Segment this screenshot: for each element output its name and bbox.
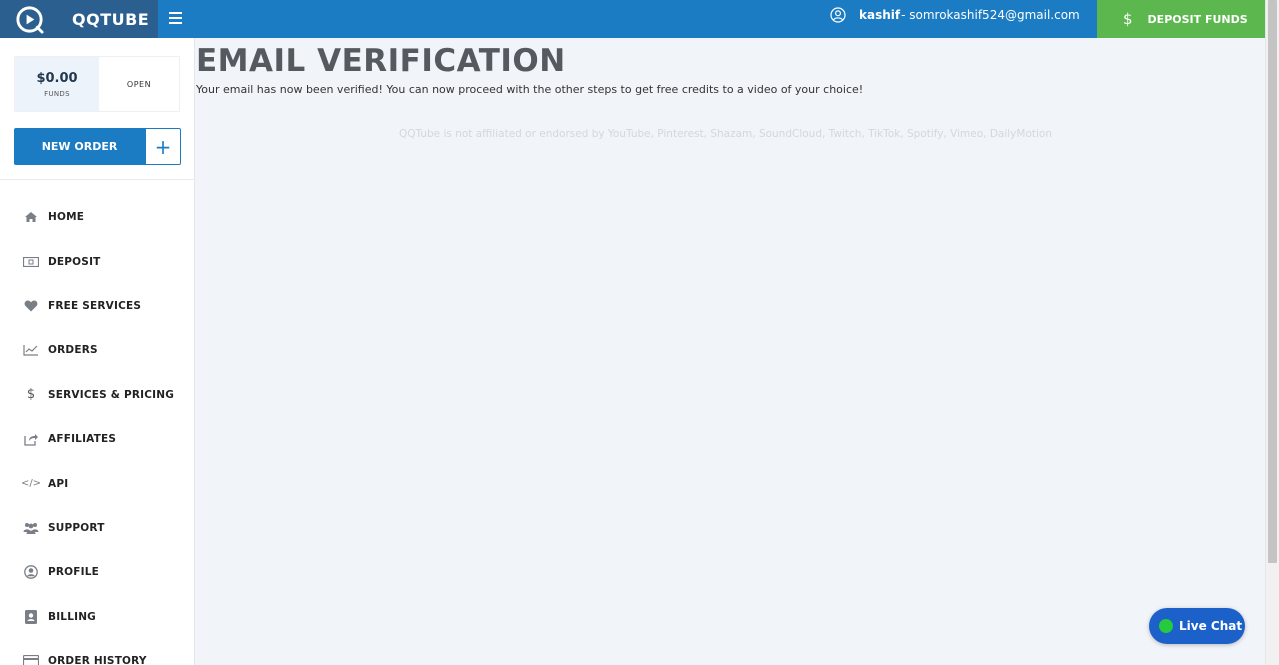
new-order: NEW ORDER + (14, 128, 181, 165)
sidebar-item-label: ORDERS (48, 344, 98, 357)
deposit-funds-label: DEPOSIT FUNDS (1147, 12, 1248, 26)
sidebar-item-label: BILLING (48, 610, 97, 623)
sidebar-item-label: HOME (48, 211, 85, 224)
user-circle-icon (22, 564, 40, 580)
user-account[interactable]: kashif - somrokashif524@gmail.com (830, 0, 1080, 30)
dollar-icon: $ (1123, 10, 1133, 28)
deposit-funds-button[interactable]: $ DEPOSIT FUNDS (1097, 0, 1265, 38)
code-icon: </> (20, 478, 42, 490)
sidebar-divider (0, 179, 195, 180)
live-chat-button[interactable]: Live Chat (1149, 608, 1245, 644)
sidebar: $0.00 FUNDS OPEN NEW ORDER + HOME DEPOSI… (0, 38, 195, 665)
credit-card-icon (22, 653, 40, 665)
sidebar-item-label: FREE SERVICES (48, 299, 142, 312)
scrollbar-thumb[interactable] (1268, 0, 1277, 563)
disclaimer-text: QQTube is not affiliated or endorsed by … (399, 128, 1052, 140)
chart-line-icon (22, 342, 40, 358)
sidebar-item-label: PROFILE (48, 566, 100, 579)
funds-balance: $0.00 FUNDS (15, 57, 99, 111)
username: kashif (859, 8, 901, 22)
sidebar-item-affiliates[interactable]: AFFILIATES (0, 417, 195, 461)
sidebar-item-profile[interactable]: PROFILE (0, 550, 195, 594)
page-title: EMAIL VERIFICATION (196, 43, 566, 79)
top-bar: QQTUBE kashif - somrokashif524@gmail.com… (0, 0, 1265, 38)
users-icon (22, 520, 40, 536)
funds-label: FUNDS (44, 89, 70, 98)
home-icon (22, 209, 40, 225)
logo[interactable]: QQTUBE (0, 0, 158, 38)
brand-name: QQTUBE (72, 9, 150, 29)
sidebar-item-home[interactable]: HOME (0, 195, 195, 239)
dollar-icon: $ (26, 387, 36, 403)
sidebar-item-deposit[interactable]: DEPOSIT (0, 239, 195, 283)
money-bill-icon (22, 254, 40, 270)
live-chat-label: Live Chat (1179, 619, 1243, 633)
verification-message: Your email has now been verified! You ca… (196, 83, 864, 96)
sidebar-item-orders[interactable]: ORDERS (0, 328, 195, 372)
online-status-icon (1159, 619, 1173, 633)
sidebar-item-label: AFFILIATES (48, 433, 117, 446)
play-circle-icon (16, 5, 44, 34)
hamburger-icon[interactable] (169, 9, 185, 27)
funds-widget: $0.00 FUNDS OPEN (14, 56, 180, 112)
sidebar-item-support[interactable]: SUPPORT (0, 506, 195, 550)
funds-open-button[interactable]: OPEN (99, 57, 179, 111)
sidebar-item-api[interactable]: </> API (0, 461, 195, 505)
sidebar-item-label: SUPPORT (48, 521, 105, 534)
new-order-plus-button[interactable]: + (145, 128, 181, 165)
sidebar-item-services-pricing[interactable]: $ SERVICES & PRICING (0, 373, 195, 417)
new-order-button[interactable]: NEW ORDER (14, 128, 145, 165)
sidebar-item-free-services[interactable]: FREE SERVICES (0, 284, 195, 328)
share-icon (22, 431, 40, 447)
sidebar-nav: HOME DEPOSIT FREE SERVICES ORDERS $ SERV… (0, 195, 195, 665)
main-content: EMAIL VERIFICATION Your email has now be… (195, 38, 1265, 665)
sidebar-item-label: ORDER HISTORY (48, 655, 147, 665)
id-card-icon (22, 609, 40, 625)
sidebar-item-label: SERVICES & PRICING (48, 388, 175, 401)
sidebar-item-order-history[interactable]: ORDER HISTORY (0, 639, 195, 665)
sidebar-item-label: API (48, 477, 69, 490)
heart-icon (22, 298, 40, 314)
funds-amount: $0.00 (36, 70, 78, 86)
sidebar-item-label: DEPOSIT (48, 255, 101, 268)
user-email: - somrokashif524@gmail.com (901, 8, 1080, 22)
user-circle-icon (830, 7, 846, 23)
sidebar-item-billing[interactable]: BILLING (0, 595, 195, 639)
page-scrollbar[interactable] (1265, 0, 1279, 665)
